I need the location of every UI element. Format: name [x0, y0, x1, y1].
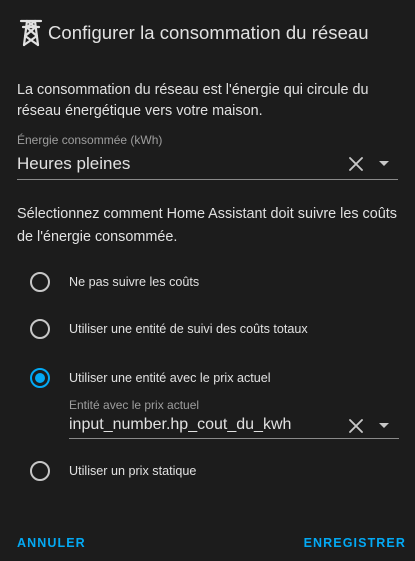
close-icon[interactable] — [347, 417, 365, 440]
radio-label: Ne pas suivre les coûts — [69, 275, 200, 289]
close-icon[interactable] — [347, 155, 365, 178]
energy-consumed-underline — [17, 179, 398, 180]
radio-label: Utiliser une entité avec le prix actuel — [69, 371, 271, 385]
price-entity-label: Entité avec le prix actuel — [69, 398, 200, 412]
cancel-button[interactable]: ANNULER — [17, 536, 86, 550]
transmission-tower-icon — [18, 18, 44, 48]
radio-option-static-price[interactable]: Utiliser un prix statique — [30, 459, 196, 483]
energy-consumed-field[interactable]: Énergie consommée (kWh) Heures pleines — [17, 133, 398, 181]
save-button[interactable]: ENREGISTRER — [304, 536, 406, 550]
dialog-actions: ANNULER ENREGISTRER — [0, 536, 415, 552]
cost-tracking-instructions: Sélectionnez comment Home Assistant doit… — [17, 206, 397, 245]
radio-button-checked[interactable] — [30, 368, 50, 388]
radio-label: Utiliser un prix statique — [69, 464, 197, 478]
radio-option-current-price-entity[interactable]: Utiliser une entité avec le prix actuel — [30, 366, 271, 390]
price-entity-value[interactable]: input_number.hp_cout_du_kwh — [69, 416, 291, 434]
radio-label: Utiliser une entité de suivi des coûts t… — [69, 322, 308, 336]
dialog-description: La consommation du réseau est l'énergie … — [17, 82, 369, 119]
radio-button[interactable] — [30, 319, 50, 339]
price-entity-field[interactable]: Entité avec le prix actuel input_number.… — [69, 398, 399, 440]
radio-button[interactable] — [30, 272, 50, 292]
radio-option-no-cost[interactable]: Ne pas suivre les coûts — [30, 270, 199, 294]
dialog-header: Configurer la consommation du réseau — [18, 17, 369, 49]
dialog-title: Configurer la consommation du réseau — [48, 22, 369, 43]
menu-down-icon[interactable] — [377, 419, 391, 438]
energy-consumed-label: Énergie consommée (kWh) — [17, 133, 163, 147]
menu-down-icon[interactable] — [377, 157, 391, 176]
price-entity-underline — [69, 438, 399, 439]
energy-grid-consumption-dialog: Configurer la consommation du réseau La … — [0, 0, 415, 561]
radio-option-total-cost-entity[interactable]: Utiliser une entité de suivi des coûts t… — [30, 317, 308, 341]
radio-button[interactable] — [30, 461, 50, 481]
energy-consumed-value[interactable]: Heures pleines — [17, 154, 130, 174]
